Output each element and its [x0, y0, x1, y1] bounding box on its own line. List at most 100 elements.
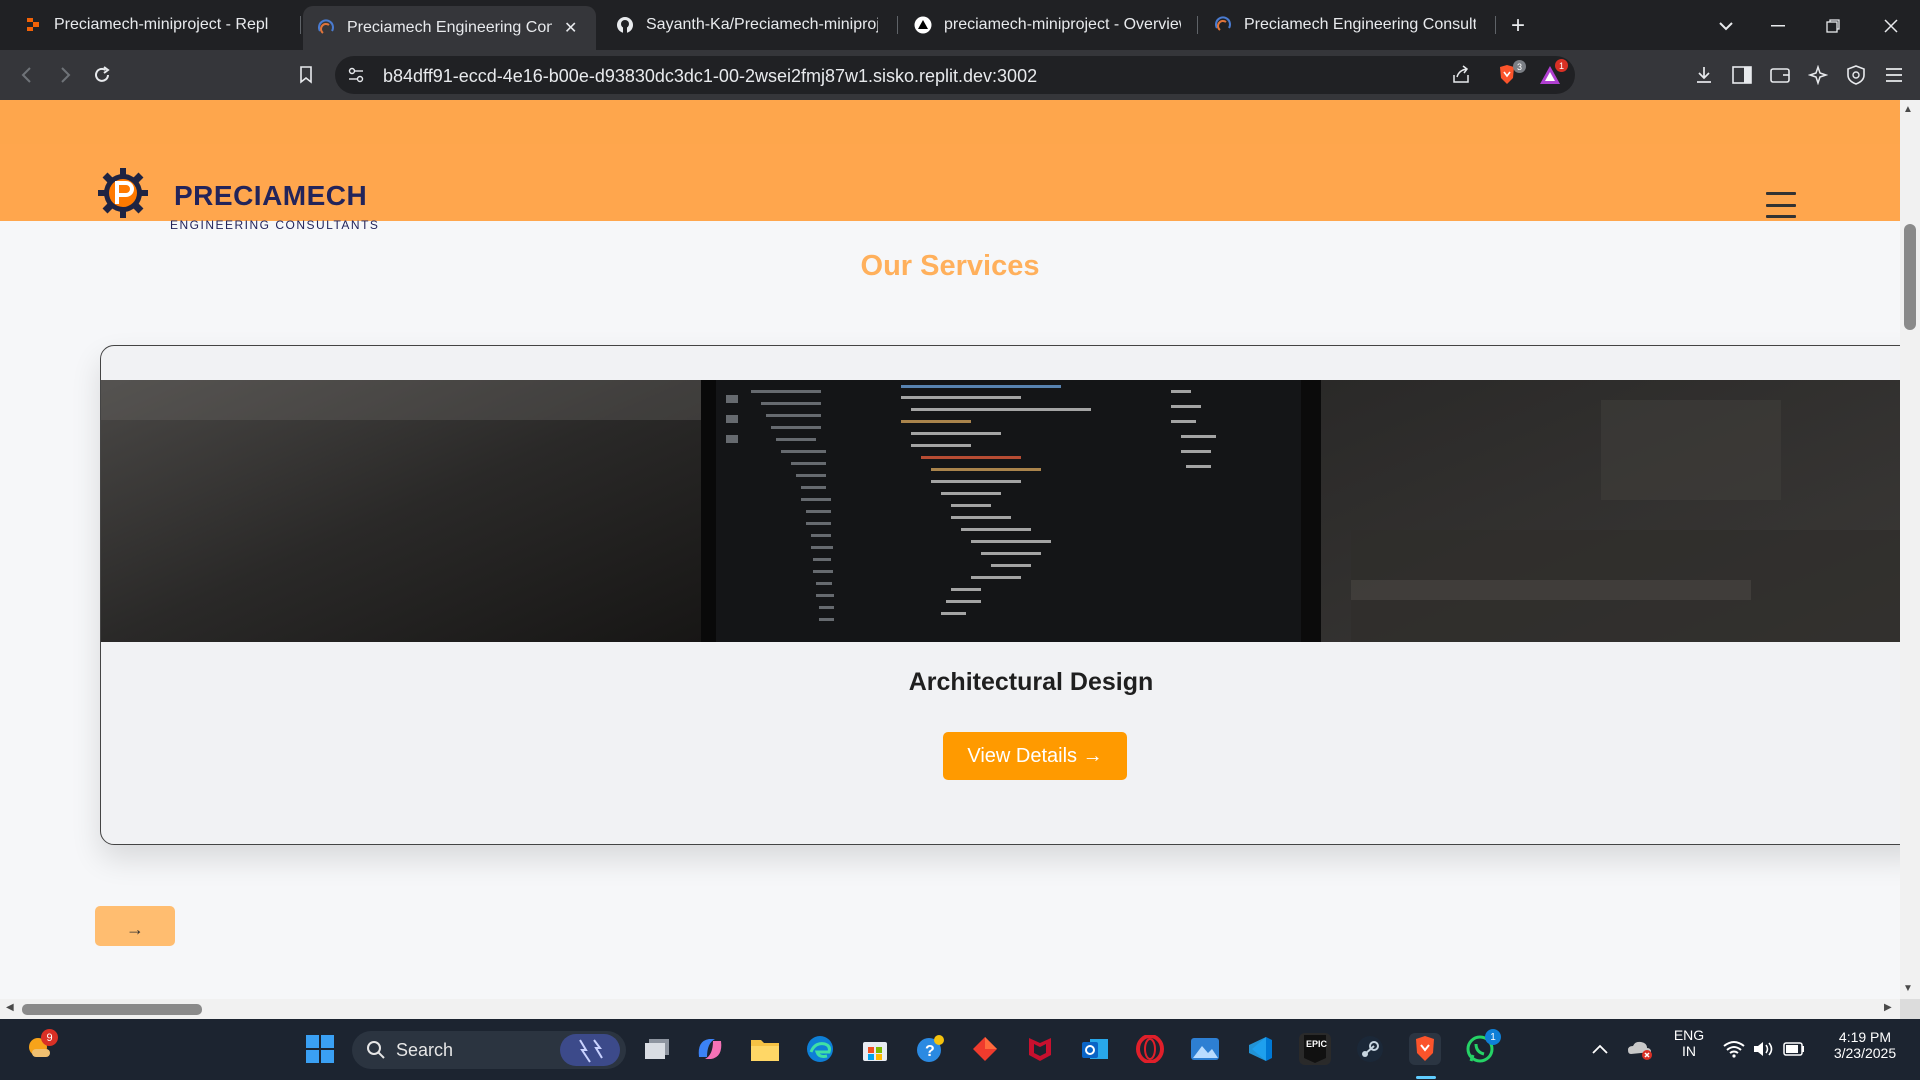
windows-start-icon[interactable] [304, 1033, 336, 1065]
browser-tab-strip: Preciamech-miniproject - Replit Preciame… [0, 0, 1920, 50]
address-bar[interactable]: b84dff91-eccd-4e16-b00e-d93830dc3dc1-00-… [335, 56, 1575, 94]
leo-ai-icon[interactable] [1805, 62, 1831, 88]
photos-icon[interactable] [1189, 1033, 1221, 1065]
shields-count-badge: 3 [1513, 60, 1526, 73]
bookmark-icon[interactable] [293, 62, 319, 88]
tab-divider [897, 16, 898, 34]
whatsapp-badge: 1 [1485, 1029, 1501, 1045]
brave-browser-icon[interactable] [1409, 1033, 1441, 1065]
epic-games-icon[interactable]: EPIC [1299, 1033, 1331, 1065]
windows-taskbar: 9 Search ? EPIC 1 ENG IN 4:19 PM 3/23/20… [0, 1019, 1920, 1080]
horizontal-scroll-thumb[interactable] [22, 1004, 202, 1015]
browser-toolbar: b84dff91-eccd-4e16-b00e-d93830dc3dc1-00-… [0, 50, 1920, 100]
scroll-right-arrow-icon[interactable]: ▶ [1884, 1002, 1892, 1013]
tab-divider [300, 16, 301, 34]
horizontal-scrollbar[interactable]: ◀ ▶ [0, 999, 1900, 1019]
microsoft-store-icon[interactable] [859, 1033, 891, 1065]
github-icon [616, 16, 634, 34]
tab-github[interactable]: Sayanth-Ka/Preciamech-miniproject [602, 6, 892, 44]
tab-title: preciamech-miniproject - Overview [944, 16, 1181, 33]
tab-title: Preciamech Engineering Consul [347, 19, 552, 36]
wallet-icon[interactable] [1767, 62, 1793, 88]
taskbar-search[interactable]: Search [352, 1031, 626, 1069]
tab-replit[interactable]: Preciamech-miniproject - Replit [10, 6, 300, 44]
tab-title: Preciamech Engineering Consultant [1244, 16, 1476, 33]
tab-title: Sayanth-Ka/Preciamech-miniproject [646, 16, 878, 33]
steam-icon[interactable] [1354, 1033, 1386, 1065]
wifi-icon[interactable] [1718, 1033, 1750, 1065]
preciamech-favicon-icon [1214, 16, 1232, 34]
language-code: ENG [1673, 1027, 1705, 1043]
tab-divider [1197, 16, 1198, 34]
tab-title: Preciamech-miniproject - Replit [54, 16, 269, 33]
tab-preciamech-2[interactable]: Preciamech Engineering Consultant [1200, 6, 1490, 44]
mcafee-icon[interactable] [1024, 1033, 1056, 1065]
scroll-down-arrow-icon[interactable]: ▼ [1903, 983, 1913, 994]
tab-vercel[interactable]: preciamech-miniproject - Overview [900, 6, 1195, 44]
restore-button[interactable] [1819, 12, 1847, 40]
section-title: Our Services [860, 250, 1040, 282]
carousel-next-button[interactable]: → [95, 906, 175, 946]
search-icon [366, 1040, 386, 1065]
onedrive-error-icon[interactable] [1624, 1033, 1656, 1065]
downloads-icon[interactable] [1691, 62, 1717, 88]
close-tab-icon[interactable]: ✕ [564, 18, 577, 38]
vercel-icon [914, 16, 932, 34]
file-explorer-icon[interactable] [749, 1033, 781, 1065]
brand-name: PRECIAMECH [174, 180, 368, 211]
url-text: b84dff91-eccd-4e16-b00e-d93830dc3dc1-00-… [383, 66, 1038, 86]
volume-icon[interactable] [1748, 1033, 1780, 1065]
show-hidden-icons-chevron-icon[interactable] [1584, 1033, 1616, 1065]
red-diamond-app-icon[interactable] [969, 1033, 1001, 1065]
tab-preciamech-active[interactable]: Preciamech Engineering Consul ✕ [303, 6, 596, 50]
active-app-indicator [1416, 1076, 1436, 1079]
copilot-icon[interactable] [694, 1033, 726, 1065]
language-indicator[interactable]: ENG IN [1664, 1027, 1714, 1059]
region-code: IN [1682, 1043, 1696, 1059]
brand-tagline: ENGINEERING CONSULTANTS [170, 218, 380, 232]
svg-text:EPIC: EPIC [1306, 1039, 1328, 1049]
service-card: Architectural Design View Details → [100, 345, 1900, 845]
hamburger-menu-icon[interactable] [1766, 192, 1796, 218]
task-view-icon[interactable] [641, 1033, 673, 1065]
share-icon[interactable] [1451, 65, 1471, 90]
scroll-up-arrow-icon[interactable]: ▲ [1903, 104, 1913, 115]
vertical-scrollbar[interactable]: ▲ ▼ [1900, 100, 1920, 999]
service-card-image [101, 380, 1900, 642]
opera-icon[interactable] [1134, 1033, 1166, 1065]
vertical-scroll-thumb[interactable] [1904, 224, 1916, 330]
reload-icon[interactable] [89, 62, 115, 88]
back-arrow-icon[interactable] [14, 62, 40, 88]
header-top-band [0, 100, 1900, 144]
close-window-button[interactable] [1877, 12, 1905, 40]
edge-icon[interactable] [804, 1033, 836, 1065]
new-tab-button[interactable]: + [1504, 12, 1532, 40]
service-card-title: Architectural Design [908, 668, 1154, 696]
forward-arrow-icon[interactable] [52, 62, 78, 88]
search-label: Search [396, 1040, 454, 1060]
get-help-icon[interactable]: ? [914, 1033, 946, 1065]
preciamech-favicon-icon [317, 19, 335, 37]
replit-icon [24, 16, 42, 34]
tab-divider [1495, 16, 1496, 34]
vpn-shield-icon[interactable] [1843, 62, 1869, 88]
battery-icon[interactable] [1778, 1033, 1810, 1065]
tab-search-chevron-icon[interactable] [1712, 12, 1740, 40]
preciamech-logo[interactable] [96, 166, 150, 220]
outlook-icon[interactable] [1079, 1033, 1111, 1065]
weather-badge: 9 [41, 1029, 58, 1046]
vscode-icon[interactable] [1244, 1033, 1276, 1065]
view-details-button[interactable]: View Details → [943, 732, 1127, 780]
clock-date: 3/23/2025 [1833, 1045, 1897, 1061]
system-clock[interactable]: 4:19 PM 3/23/2025 [1820, 1029, 1910, 1061]
site-settings-icon[interactable] [347, 66, 365, 89]
sidebar-toggle-icon[interactable] [1729, 62, 1755, 88]
scroll-left-arrow-icon[interactable]: ◀ [6, 1002, 14, 1013]
svg-text:?: ? [925, 1043, 935, 1060]
clock-time: 4:19 PM [1838, 1029, 1892, 1045]
site-navbar: PRECIAMECH ENGINEERING CONSULTANTS [0, 144, 1900, 232]
menu-icon[interactable] [1881, 62, 1907, 88]
search-highlight-icon [560, 1034, 620, 1066]
minimize-button[interactable] [1764, 12, 1792, 40]
rewards-count-badge: 1 [1555, 59, 1568, 72]
